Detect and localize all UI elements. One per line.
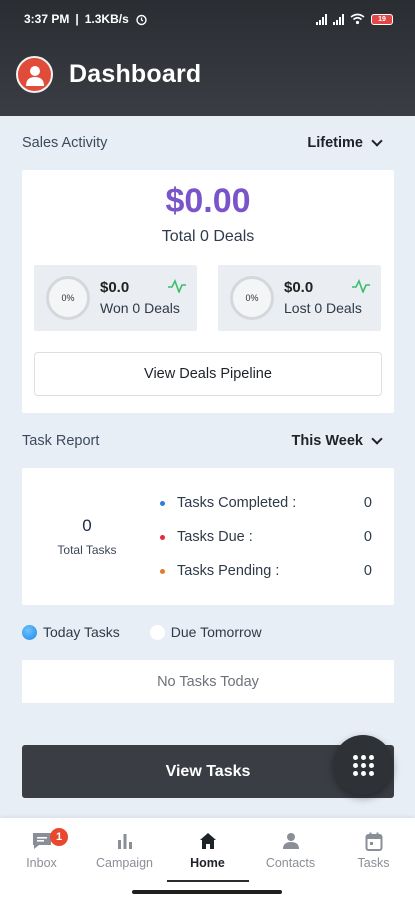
- tasks-pending-label: Tasks Pending :: [177, 563, 280, 579]
- nav-inbox[interactable]: 1 Inbox: [0, 826, 83, 870]
- nav-campaign-label: Campaign: [96, 856, 153, 870]
- view-deals-pipeline-button[interactable]: View Deals Pipeline: [34, 352, 382, 396]
- trend-pulse-icon: [168, 279, 186, 293]
- avatar[interactable]: [16, 56, 53, 93]
- tomorrow-indicator-icon: [149, 624, 165, 640]
- task-report-card: 0 Total Tasks Tasks Completed : 0 Tasks …: [22, 468, 394, 605]
- signal-icon-2: [333, 13, 344, 25]
- sales-period-dropdown[interactable]: Lifetime: [307, 135, 383, 151]
- chevron-down-icon: [371, 433, 383, 445]
- sales-activity-card: $0.00 Total 0 Deals 0% $0.0 Won 0 Deals …: [22, 170, 394, 413]
- status-time: 3:37 PM: [24, 12, 70, 26]
- total-deals: Total 0 Deals: [161, 228, 255, 245]
- bottom-navigation: 1 Inbox Campaign Home Contacts Tasks: [0, 818, 415, 900]
- lost-amount: $0.0: [284, 279, 314, 296]
- nav-tasks[interactable]: Tasks: [332, 826, 415, 870]
- nav-contacts[interactable]: Contacts: [249, 826, 332, 870]
- tasks-pending-row: Tasks Pending : 0: [160, 563, 372, 579]
- nav-contacts-label: Contacts: [265, 856, 316, 870]
- due-tomorrow-label: Due Tomorrow: [170, 624, 262, 640]
- nav-inbox-label: Inbox: [26, 856, 57, 870]
- today-indicator-icon: [22, 624, 37, 640]
- nav-home[interactable]: Home: [166, 826, 249, 870]
- pending-dot: [160, 568, 165, 574]
- nav-home-label: Home: [190, 856, 225, 870]
- alarm-icon: [136, 14, 147, 25]
- empty-tasks-message: No Tasks Today: [22, 660, 394, 703]
- task-period-value: This Week: [291, 433, 363, 449]
- completed-dot: [160, 500, 165, 506]
- total-tasks-count: 0: [82, 516, 92, 535]
- network-speed: 1.3KB/s: [84, 12, 129, 26]
- battery-icon: 19: [371, 13, 393, 25]
- nav-campaign[interactable]: Campaign: [83, 826, 166, 870]
- chat-icon: [32, 833, 51, 849]
- tasks-due-row: Tasks Due : 0: [160, 529, 372, 545]
- person-icon: [282, 833, 299, 849]
- tasks-completed-label: Tasks Completed :: [177, 495, 297, 511]
- lost-deals-card[interactable]: 0% $0.0 Lost 0 Deals: [218, 265, 381, 331]
- bar-chart-icon: [117, 834, 132, 849]
- task-period-dropdown[interactable]: This Week: [291, 433, 383, 449]
- app-header: 3:37 PM | 1.3KB/s 19 Dashboard: [0, 0, 415, 116]
- tasks-pending-value: 0: [363, 563, 372, 579]
- inbox-badge: 1: [50, 828, 68, 846]
- tasks-completed-row: Tasks Completed : 0: [160, 495, 372, 511]
- tasks-due-label: Tasks Due :: [177, 529, 253, 545]
- due-dot: [160, 534, 165, 540]
- lost-progress-ring: 0%: [230, 276, 274, 320]
- sales-activity-header: Sales Activity Lifetime: [22, 135, 383, 151]
- apps-fab-button[interactable]: [333, 735, 393, 795]
- sales-activity-label: Sales Activity: [22, 135, 108, 151]
- page-title: Dashboard: [69, 60, 202, 88]
- nav-tasks-label: Tasks: [357, 856, 390, 870]
- today-tasks-label: Today Tasks: [43, 624, 120, 640]
- total-tasks-label: Total Tasks: [57, 543, 117, 557]
- user-icon: [25, 65, 44, 86]
- active-tab-underline: [167, 880, 249, 882]
- signal-icon: [316, 13, 327, 25]
- tasks-completed-value: 0: [363, 495, 372, 511]
- won-progress-ring: 0%: [46, 276, 90, 320]
- tab-today-tasks[interactable]: Today Tasks: [22, 624, 120, 640]
- total-amount: $0.00: [165, 182, 251, 220]
- task-report-label: Task Report: [22, 433, 100, 449]
- task-report-header: Task Report This Week: [22, 433, 383, 449]
- tab-due-tomorrow[interactable]: Due Tomorrow: [149, 624, 262, 640]
- home-icon: [199, 833, 216, 849]
- won-amount: $0.0: [100, 279, 130, 296]
- trend-pulse-icon: [352, 279, 370, 293]
- calendar-icon: [365, 832, 382, 851]
- grid-menu-icon: [352, 754, 374, 776]
- lost-label: Lost 0 Deals: [284, 300, 362, 316]
- task-tabs: Today Tasks Due Tomorrow: [22, 624, 262, 640]
- chevron-down-icon: [371, 135, 383, 147]
- home-indicator: [132, 890, 282, 894]
- won-label: Won 0 Deals: [100, 300, 180, 316]
- tasks-due-value: 0: [363, 529, 372, 545]
- sales-period-value: Lifetime: [307, 135, 363, 151]
- status-bar: 3:37 PM | 1.3KB/s 19: [24, 10, 393, 28]
- wifi-icon: [350, 13, 365, 25]
- won-deals-card[interactable]: 0% $0.0 Won 0 Deals: [34, 265, 197, 331]
